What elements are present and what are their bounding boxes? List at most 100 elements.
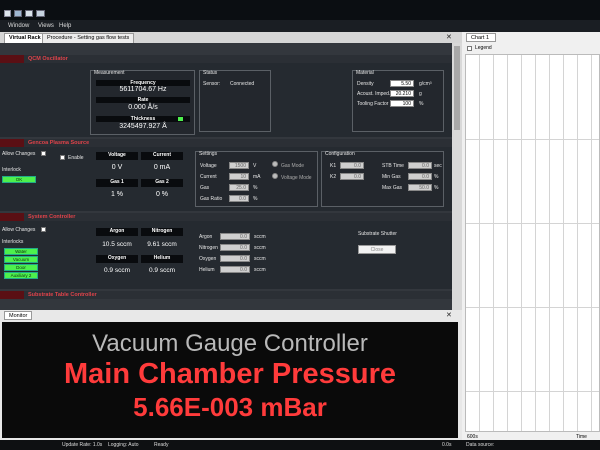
tab-procedure-label: Procedure - Setting gas flow tests <box>47 35 130 41</box>
oxygen-value: 0.9 sccm <box>103 267 130 274</box>
acoustic-unit: g <box>419 91 422 97</box>
material-group-title: Material <box>356 70 374 76</box>
gas1-value: 1 % <box>110 191 124 198</box>
system-header: System Controller <box>0 213 452 221</box>
interlock-door: Door <box>4 264 38 271</box>
chart-tab[interactable]: Chart 1 <box>466 33 496 42</box>
mingas-unit: % <box>434 174 439 180</box>
gridline-v <box>535 55 536 431</box>
substrate-header: Substrate Table Controller <box>0 291 452 299</box>
set-voltage-label: Voltage <box>200 163 217 169</box>
stb-label: STB Time <box>382 163 404 169</box>
set-helium-label: Helium <box>199 267 215 273</box>
title-bar <box>0 0 600 20</box>
system-allow-changes-checkbox[interactable] <box>41 227 46 232</box>
set-helium-unit: sccm <box>254 267 266 273</box>
shutter-close-button[interactable]: Close <box>358 245 396 254</box>
stb-unit: sec <box>434 163 442 169</box>
gridline-h <box>466 307 599 308</box>
maxgas-input[interactable]: 50.0 <box>408 184 432 191</box>
set-gasratio-input[interactable]: 0.0 <box>229 195 249 202</box>
plasma-config-title: Configuration <box>325 151 355 157</box>
acoustic-input[interactable]: 20.210 <box>390 90 414 97</box>
set-argon-input[interactable]: 0.0 <box>220 233 250 240</box>
density-unit: g/cm³ <box>419 81 432 87</box>
chart-plot-area[interactable] <box>465 54 600 432</box>
plasma-allow-changes-label: Allow Changes <box>2 151 36 157</box>
tab-procedure[interactable]: Procedure - Setting gas flow tests <box>42 33 135 43</box>
tooling-unit: % <box>419 101 424 107</box>
density-input[interactable]: 5.50 <box>390 80 414 87</box>
plasma-header-indicator <box>0 139 24 147</box>
gas-mode-label: Gas Mode <box>281 163 305 169</box>
rate-value: 0.000 Å/s <box>128 104 158 111</box>
open-icon[interactable] <box>14 10 22 17</box>
status-bar: Update Rate: 1.0s Logging: Auto Ready 0.… <box>0 440 600 450</box>
tab-strip: Virtual Rack Procedure - Setting gas flo… <box>0 32 462 43</box>
set-nitrogen-input[interactable]: 0.0 <box>220 244 250 251</box>
ready-status: Ready <box>154 442 169 448</box>
gridline-h <box>466 139 599 140</box>
thickness-led <box>178 117 183 121</box>
monitor-tab-label: Monitor <box>9 313 28 319</box>
tooling-input[interactable]: 100 <box>390 100 414 107</box>
gridline-v <box>521 55 522 431</box>
stb-input[interactable]: 0.0 <box>408 162 432 169</box>
legend-checkbox[interactable] <box>467 46 472 51</box>
chart-panel: Chart 1 Legend 600s Time <box>462 32 600 450</box>
set-gas-label: Gas <box>200 185 210 191</box>
menu-item-window[interactable]: Window <box>8 23 29 29</box>
set-oxygen-label: Oxygen <box>199 256 217 262</box>
data-source: Data source: <box>466 442 495 448</box>
plasma-enable-checkbox[interactable] <box>60 155 65 160</box>
gridline-h <box>466 223 599 224</box>
set-gas-input[interactable]: 25.0 <box>229 184 249 191</box>
gridline-h <box>466 391 599 392</box>
voltage-value: 0 V <box>111 164 123 171</box>
gas-mode-radio[interactable] <box>272 161 278 167</box>
menu-bar: Window Views Help <box>0 20 600 32</box>
plasma-interlock-label: Interlock <box>2 167 21 173</box>
qcm-title: QCM Oscillator <box>28 56 68 62</box>
gridline-v <box>591 55 592 431</box>
system-header-indicator <box>0 213 24 221</box>
scrollbar-thumb[interactable] <box>454 46 460 130</box>
substrate-header-indicator <box>0 291 24 299</box>
plasma-allow-changes-checkbox[interactable] <box>41 151 46 156</box>
monitor-close-icon[interactable]: ✕ <box>446 311 452 319</box>
mingas-input[interactable]: 0.0 <box>408 173 432 180</box>
save-icon[interactable] <box>25 10 33 17</box>
set-helium-input[interactable]: 0.0 <box>220 266 250 273</box>
set-current-input[interactable]: 10 <box>229 173 249 180</box>
set-current-unit: mA <box>253 174 261 180</box>
set-gas-unit: % <box>253 185 258 191</box>
k2-input[interactable]: 0.0 <box>340 173 364 180</box>
plasma-title: Gencoa Plasma Source <box>28 140 90 146</box>
status-group-title: Status <box>203 70 218 76</box>
voltage-mode-radio[interactable] <box>272 173 278 179</box>
tab-virtual-rack[interactable]: Virtual Rack <box>4 33 46 43</box>
gridline-v <box>479 55 480 431</box>
gridline-v <box>507 55 508 431</box>
set-gasratio-unit: % <box>253 196 258 202</box>
plasma-settings-group: Settings Voltage Current Gas Gas Ratio V… <box>195 151 318 207</box>
close-icon[interactable]: ✕ <box>446 33 452 41</box>
app-icon[interactable] <box>4 10 11 17</box>
set-current-label: Current <box>200 174 217 180</box>
set-oxygen-input[interactable]: 0.0 <box>220 255 250 262</box>
set-voltage-input[interactable]: 1500 <box>229 162 249 169</box>
menu-item-help[interactable]: Help <box>59 23 71 29</box>
k1-input[interactable]: 0.0 <box>340 162 364 169</box>
folder-icon[interactable] <box>36 10 45 17</box>
set-voltage-unit: V <box>253 163 257 169</box>
tooling-label: Tooling Factor <box>357 101 389 107</box>
maxgas-label: Max Gas <box>382 185 403 191</box>
thickness-value: 3245497.927 Å <box>119 123 167 130</box>
monitor-tab[interactable]: Monitor <box>4 311 32 320</box>
monitor-measurement-name: Main Chamber Pressure <box>63 358 396 390</box>
maxgas-unit: % <box>434 185 439 191</box>
menu-item-views[interactable]: Views <box>38 23 54 29</box>
interlock-auxiliary: Auxiliary 2 <box>4 272 38 279</box>
gridline-v <box>577 55 578 431</box>
interlock-vacuum: Vacuum <box>4 256 38 263</box>
